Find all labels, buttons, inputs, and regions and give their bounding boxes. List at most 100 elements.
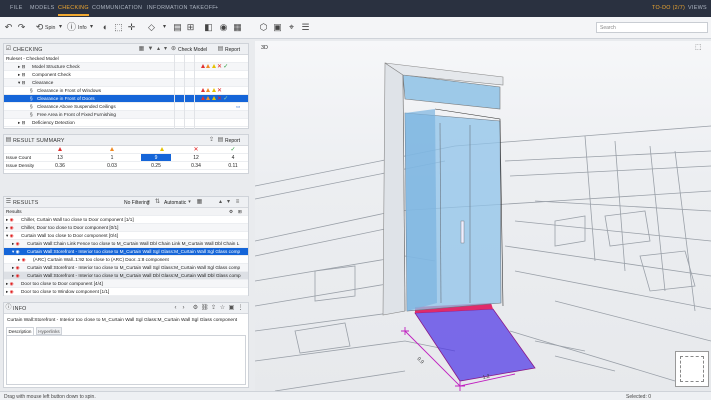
- table-icon[interactable]: ▦: [138, 46, 145, 53]
- nav-cube-icon[interactable]: ⬡: [258, 22, 269, 33]
- tree-row-deficiency[interactable]: ▸ ⊟ Deficiency Detection: [4, 119, 248, 127]
- minimap[interactable]: [675, 351, 709, 387]
- summary-report-button[interactable]: Report: [225, 138, 240, 144]
- result-row[interactable]: ▸ ◉ Chiller, Door too close to Door compo…: [4, 224, 248, 232]
- menu-icon[interactable]: ≡: [234, 199, 241, 206]
- menu-information-takeoff[interactable]: INFORMATION TAKEOFF: [147, 5, 216, 11]
- result-row[interactable]: ▸ ◉ Door too close to Door component [4/4…: [4, 280, 248, 288]
- issue-density-row: Issue Density 0.36 0.03 0.25 0.34 0.11: [4, 162, 248, 170]
- redo-icon[interactable]: ↷: [16, 22, 27, 33]
- export-icon[interactable]: ⇪: [208, 137, 215, 144]
- checking-title: CHECKING: [13, 47, 43, 53]
- arrows-icon[interactable]: ✛: [126, 22, 137, 33]
- result-row[interactable]: ▸ ◉ (ARC) Curtain Wall..1:92 too close to…: [4, 256, 248, 264]
- menu-communication[interactable]: COMMUNICATION: [92, 5, 142, 11]
- tab-description[interactable]: Description: [6, 327, 34, 335]
- plane-icon[interactable]: ◧: [203, 22, 214, 33]
- layout-icon[interactable]: ▦: [196, 199, 203, 206]
- results-header: ☰ RESULTS No Filtering ▾ ⇅ Automatic ▾ ▦…: [4, 197, 248, 208]
- result-row[interactable]: ▸ ◉ Chiller, Curtain Wall too close to Do…: [4, 216, 248, 224]
- menu-models[interactable]: MODELS: [30, 5, 55, 11]
- tree-row-model-structure[interactable]: ▸ ⊟ Model Structure Check ✕ ✓: [4, 63, 248, 71]
- chevron-down-icon[interactable]: ▾: [186, 199, 193, 206]
- description-area[interactable]: [6, 335, 246, 385]
- tree-row-clearance-windows[interactable]: § Clearance in Front of Windows ✕: [4, 87, 248, 95]
- spin-icon[interactable]: ⟲: [34, 22, 45, 33]
- check-model-button[interactable]: Check Model: [178, 47, 207, 53]
- rule-icon: ▸ ⊟: [18, 64, 26, 69]
- result-row[interactable]: ▸ ◉ Curtain Wall:Storefront - Interior to…: [4, 272, 248, 280]
- layers-icon[interactable]: ▤: [172, 22, 183, 33]
- report-icon[interactable]: ▤: [217, 137, 224, 144]
- eye-icon[interactable]: ◉: [218, 22, 229, 33]
- report-button[interactable]: Report: [225, 47, 240, 53]
- chevron-down-icon[interactable]: ▾: [55, 22, 66, 33]
- link-icon[interactable]: ⛓: [201, 305, 209, 312]
- down-icon[interactable]: ▾: [162, 46, 169, 53]
- measure-icon[interactable]: ⌖: [286, 22, 297, 33]
- chevron-down-icon[interactable]: ▾: [86, 22, 97, 33]
- curtain-wall-door[interactable]: [382, 62, 504, 316]
- tree-row-clearance-ceilings[interactable]: § Clearance Above Suspended Ceilings ▭: [4, 103, 248, 111]
- menu-views[interactable]: VIEWS: [688, 5, 707, 11]
- grid-icon[interactable]: ▦: [232, 22, 243, 33]
- checking-panel: ☑ CHECKING ▦ ▼ ▴ ▾ ⊛ Check Model ▤ Repor…: [3, 43, 249, 129]
- export-icon[interactable]: ⇪: [210, 305, 217, 312]
- add-tab-button[interactable]: +: [215, 5, 218, 11]
- expand-icon[interactable]: ⊞: [238, 208, 242, 215]
- 3d-viewport[interactable]: 3D ⬚ 0.9 1.2: [255, 41, 711, 391]
- dim-label-a: 0.9: [416, 356, 425, 365]
- settings-icon[interactable]: ⚙: [229, 208, 233, 215]
- result-row-selected[interactable]: ▾ ◉ Curtain Wall:Storefront - Interior to…: [4, 248, 248, 256]
- tree-row-ruleset[interactable]: Ruleset - Checked Model: [4, 55, 248, 63]
- tree-row-free-area[interactable]: § Free Area in Front of Fixed Furnishing: [4, 111, 248, 119]
- more-icon[interactable]: ⋮: [237, 305, 244, 312]
- chevron-down-icon[interactable]: ▾: [145, 199, 152, 206]
- report-icon[interactable]: ▤: [217, 46, 224, 53]
- camera-icon[interactable]: ▣: [272, 22, 283, 33]
- up-icon[interactable]: ▴: [155, 46, 162, 53]
- tree-row-component-check[interactable]: ▸ ⊟ Component Check: [4, 71, 248, 79]
- chevron-right-icon[interactable]: ›: [180, 305, 187, 312]
- issue-count-row: Issue Count 13 1 9 12 4: [4, 154, 248, 162]
- tree-row-clearance[interactable]: ▾ ⊟ Clearance: [4, 79, 248, 87]
- results-icon: ☰: [5, 199, 12, 205]
- select-icon[interactable]: ⬚: [113, 22, 124, 33]
- info-icon[interactable]: ⓘ: [66, 22, 77, 33]
- spin-label[interactable]: Spin: [45, 25, 55, 31]
- filter-icon[interactable]: ▼: [147, 46, 154, 53]
- menu-checking[interactable]: CHECKING: [58, 5, 89, 16]
- sort-icon[interactable]: ⇅: [154, 199, 161, 206]
- down-icon[interactable]: ▾: [225, 199, 232, 206]
- rule-icon: §: [30, 96, 33, 101]
- check-model-icon[interactable]: ⊛: [170, 46, 177, 53]
- visibility-icon[interactable]: ◐: [100, 22, 111, 33]
- results-panel: ☰ RESULTS No Filtering ▾ ⇅ Automatic ▾ ▦…: [3, 196, 249, 296]
- star-icon[interactable]: ☆: [219, 305, 226, 312]
- auto-dropdown[interactable]: Automatic: [164, 200, 186, 206]
- selection-count: Selected: 0: [626, 393, 652, 400]
- result-row[interactable]: ▾ ◉ Curtain Wall too close to Door compon…: [4, 232, 248, 240]
- settings-icon[interactable]: ⚙: [192, 305, 199, 312]
- section-icon[interactable]: ⊞: [185, 22, 196, 33]
- cube-icon[interactable]: ◇: [146, 22, 157, 33]
- rule-icon: §: [30, 104, 33, 109]
- result-row[interactable]: ▸ ◉ Door too close to Window component [1…: [4, 288, 248, 296]
- checklist-icon: ☑: [5, 46, 12, 52]
- info-icon: ⓘ: [5, 305, 12, 311]
- search-input[interactable]: Search: [596, 22, 708, 33]
- chevron-left-icon[interactable]: ‹: [172, 305, 179, 312]
- info-header: ⓘ INFO ‹ › ⚙ ⛓ ⇪ ☆ ▣ ⋮: [4, 303, 248, 314]
- stack-icon[interactable]: ☰: [300, 22, 311, 33]
- chevron-down-icon[interactable]: ▾: [159, 22, 170, 33]
- undo-icon[interactable]: ↶: [3, 22, 14, 33]
- clearance-area[interactable]: [414, 308, 536, 382]
- result-row[interactable]: ▸ ◉ Curtain Wall:Storefront - Interior to…: [4, 264, 248, 272]
- menu-file[interactable]: FILE: [10, 5, 23, 11]
- tree-row-clearance-doors[interactable]: § Clearance in Front of Doors ✕ ✓: [4, 95, 248, 103]
- todo-counter[interactable]: TO-DO (2/7): [652, 5, 685, 11]
- tab-hyperlinks[interactable]: Hyperlinks: [36, 327, 62, 335]
- lock-icon[interactable]: ▣: [228, 305, 235, 312]
- up-icon[interactable]: ▴: [217, 199, 224, 206]
- result-row[interactable]: ▸ ◉ Curtain Wall:Chain Link Fence too clo…: [4, 240, 248, 248]
